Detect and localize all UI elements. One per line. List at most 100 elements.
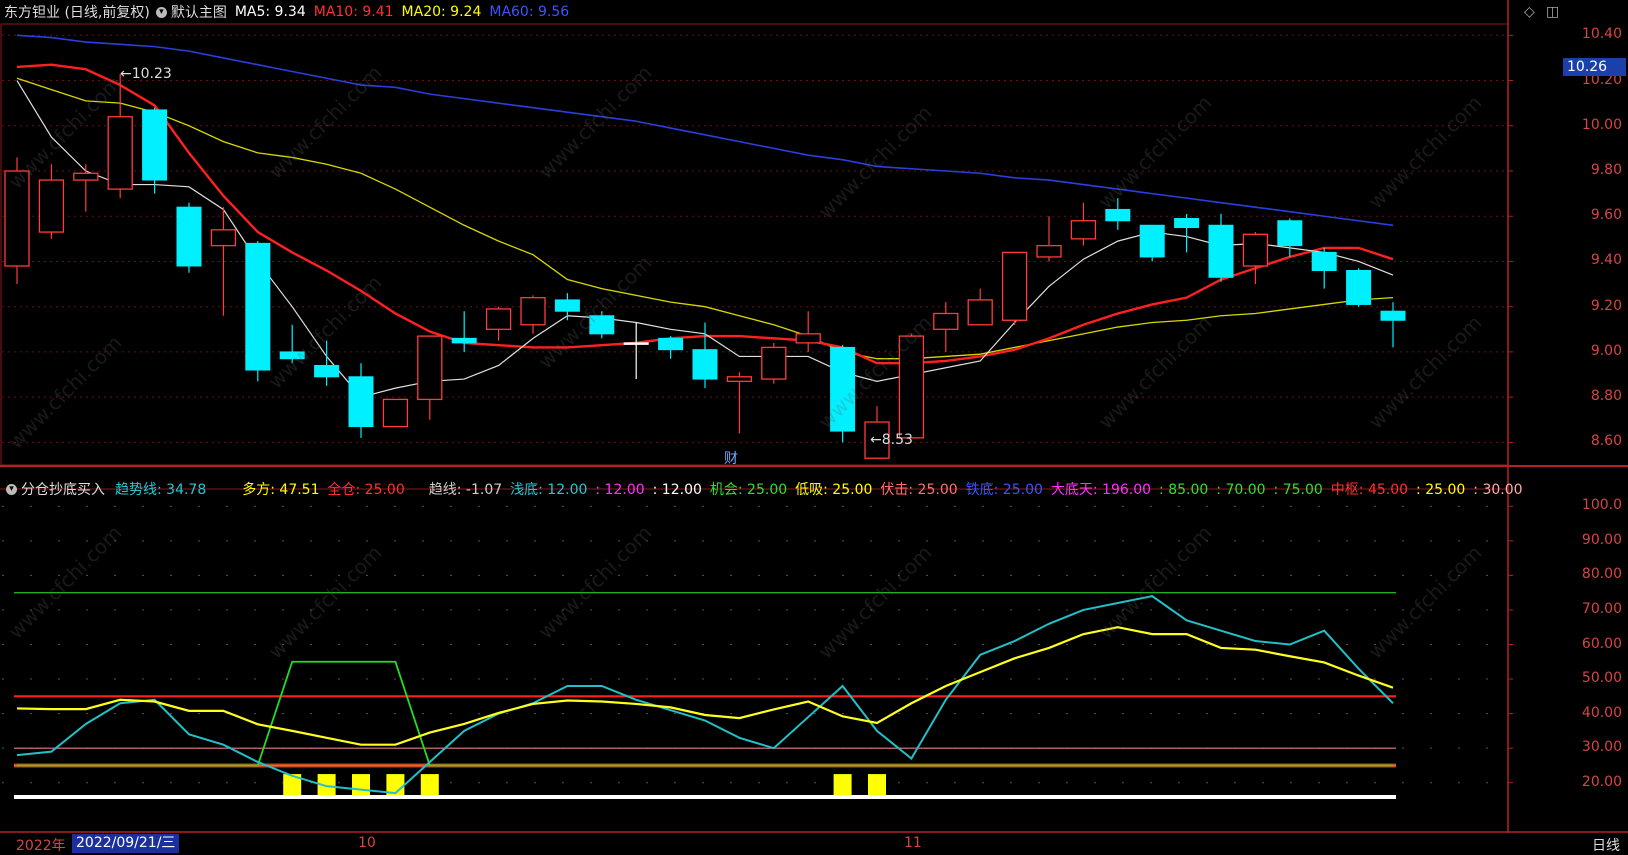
candle-body (4, 170, 30, 267)
candle-body (348, 376, 374, 428)
chart-canvas[interactable] (0, 0, 1628, 855)
indicator-header: ▾ 分仓抄底买入 趋势线: 34.78 多方: 47.51 全仓: 25.00 趋线:… (0, 477, 1560, 501)
buy-bar (420, 774, 439, 799)
candle-body (245, 242, 271, 371)
price-tick-label: 8.80 (1590, 388, 1622, 405)
candle-body (898, 335, 925, 439)
indicator-legend-item: 机会: 25.00 (709, 482, 788, 498)
candle-body (692, 349, 718, 380)
candle-body (1208, 224, 1234, 278)
price-tick-label: 9.60 (1590, 207, 1622, 224)
indicator-tick-label: 60.00 (1581, 635, 1622, 652)
high-annotation: ←10.23 (120, 66, 172, 82)
finance-marker[interactable]: 财 (724, 448, 738, 468)
price-tick-label: 9.00 (1590, 342, 1622, 359)
candle-body (417, 335, 443, 401)
candle-body (314, 364, 340, 378)
window-toggle-icon[interactable]: ◫ (1546, 4, 1559, 20)
current-price-tag: 10.26 (1563, 57, 1626, 76)
candle-body (1311, 251, 1337, 272)
candle-body (1242, 233, 1269, 267)
chevron-down-icon[interactable]: ▾ (6, 483, 17, 495)
candle-body (623, 342, 649, 345)
ma-legend-item: MA60: 9.56 (489, 4, 570, 20)
indicator-legend-item: : 12.00 (652, 482, 702, 498)
buy-bar (352, 774, 370, 799)
candle-body (210, 229, 237, 247)
candle-body (1380, 310, 1406, 321)
chevron-down-icon[interactable]: ▾ (155, 6, 167, 18)
candle-body (1277, 220, 1303, 247)
ma-legend: MA5: 9.34 MA10: 9.41 MA20: 9.24 MA60: 9.56 (235, 4, 577, 20)
candle-body (176, 206, 202, 267)
month-10-label: 10 (358, 835, 376, 851)
indicator-legend-item: : 75.00 (1273, 482, 1323, 498)
indicator-name[interactable]: 分仓抄底买入 (21, 479, 105, 499)
candle-body (795, 333, 821, 344)
period-selector[interactable]: 日线 (1592, 835, 1620, 855)
candle-body (1105, 208, 1131, 222)
time-axis: 2022年 2022/09/21/三 10 11 日线 (0, 833, 1628, 855)
buy-bar (868, 774, 886, 799)
main-chart-label[interactable]: 默认主图 (171, 2, 227, 22)
indicator-legend-item: 铁底: 25.00 (965, 482, 1043, 498)
month-11-label: 11 (904, 835, 922, 851)
candle-body (485, 308, 512, 330)
candle-body (142, 109, 168, 181)
candle-body (1070, 220, 1097, 240)
duofang-line (16, 626, 1394, 746)
buy-bar (833, 774, 852, 799)
price-tick-label: 9.20 (1590, 297, 1622, 314)
candle-body (830, 346, 856, 432)
candle-body (967, 299, 993, 326)
indicator-legend-item: 伏击: 25.00 (880, 482, 958, 498)
indicator-legend-item: 中枢: 45.00 (1330, 482, 1409, 498)
candle-body (520, 296, 546, 326)
indicator-legend-item: 全仓: 25.00 (327, 482, 405, 498)
indicator-tick-label: 30.00 (1581, 739, 1622, 756)
diamond-icon[interactable]: ◇ (1524, 4, 1535, 20)
indicator-tick-label: 80.00 (1581, 566, 1622, 583)
candle-body (451, 337, 477, 344)
candle-body (1346, 270, 1372, 305)
price-tick-label: 9.80 (1590, 162, 1622, 178)
year-label: 2022年 (16, 838, 66, 854)
candle-body (1001, 251, 1028, 321)
candle-body (382, 398, 409, 428)
indicator-legend-item: 低吸: 25.00 (795, 482, 873, 498)
candle-body (107, 116, 133, 190)
indicator-tick-label: 40.00 (1581, 704, 1622, 721)
indicator-legend: 趋势线: 34.78 多方: 47.51 全仓: 25.00 趋线: -1.07 浅底:… (115, 479, 1531, 499)
candle-body (726, 376, 753, 382)
ma-legend-item: MA5: 9.34 (234, 4, 306, 20)
low-annotation: ←8.53 (870, 432, 913, 448)
candle-body (1139, 224, 1165, 258)
indicator-legend-item: : 85.00 (1159, 482, 1209, 498)
indicator-tick-label: 90.00 (1581, 531, 1622, 548)
indicator-legend-item: 趋线: -1.07 (428, 482, 503, 498)
indicator-legend-item: : 12.00 (595, 482, 645, 498)
indicator-legend-item: 大底天: 196.00 (1050, 482, 1152, 498)
indicator-legend-item: : 30.00 (1473, 482, 1523, 498)
stock-title[interactable]: 东方钽业 (日线,前复权) (4, 2, 150, 22)
candle-body (761, 346, 787, 380)
ma-legend-item: MA10: 9.41 (313, 4, 394, 20)
candle-body (589, 315, 615, 335)
indicator-legend-item: 浅底: 12.00 (510, 482, 588, 498)
indicator-tick-label: 70.00 (1581, 600, 1622, 617)
indicator-tick-label: 100.0 (1581, 497, 1622, 514)
candle-body (1036, 244, 1062, 258)
indicator-legend-item: 趋势线: 34.78 (115, 482, 207, 498)
indicator-legend-item: 多方: 47.51 (242, 482, 320, 498)
indicator-tick-label: 50.00 (1581, 670, 1622, 687)
main-chart-header: 东方钽业 (日线,前复权) ▾ 默认主图 MA5: 9.34 MA10: 9.41… (0, 0, 1560, 24)
candle-body (73, 172, 99, 181)
price-tick-label: 10.00 (1581, 116, 1622, 133)
candle-body (554, 299, 580, 312)
date-cursor-label: 2022/09/21/三 (72, 834, 180, 853)
candle-body (38, 179, 65, 233)
ma-legend-item: MA20: 9.24 (401, 4, 482, 20)
candle-body (279, 351, 305, 360)
price-tick-label: 10.40 (1581, 26, 1622, 43)
candle-body (658, 337, 684, 351)
